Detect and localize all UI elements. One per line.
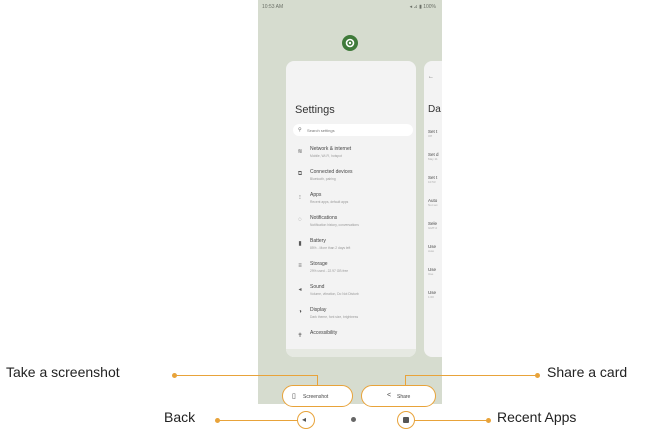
share-icon: < <box>387 392 392 399</box>
peek-list-item: Set t 10:53 <box>428 175 442 184</box>
settings-item-subtitle: 29% used - 22.97 GB free <box>310 269 349 273</box>
settings-item-label: Battery <box>310 238 326 244</box>
settings-list-item[interactable]: ≡ Storage 29% used - 22.97 GB free <box>286 259 416 281</box>
screenshot-button[interactable]: ▯ Screenshot <box>282 385 353 407</box>
settings-list-item[interactable]: ≋ Network & internet Mobile, Wi-Fi, hotspo… <box>286 144 416 166</box>
search-placeholder: Search settings <box>307 128 335 133</box>
settings-list-item[interactable]: ▮ Battery 85% - More than 2 days left <box>286 236 416 258</box>
storage-icon: ≡ <box>298 263 302 269</box>
settings-item-subtitle: Notification history, conversations <box>310 223 359 227</box>
phone-screen: 10:53 AM ◂ ⊿ ▮ 100% Settings ⚲ Search se… <box>258 0 442 404</box>
peek-title: Da <box>428 104 441 115</box>
nav-recent-apps-button[interactable] <box>397 411 415 429</box>
square-icon <box>403 417 409 423</box>
peek-list-item: Use 1:00 <box>428 290 442 299</box>
share-button[interactable]: < Share <box>361 385 436 407</box>
peek-list-item: Set t Off <box>428 129 442 138</box>
status-bar: 10:53 AM ◂ ⊿ ▮ 100% <box>258 0 442 14</box>
callout-leader <box>405 375 536 376</box>
settings-list-item[interactable]: ◂ Sound Volume, vibration, Do Not Disturb <box>286 282 416 304</box>
date-time-recent-card[interactable]: ← Da Set t Off Set d May 11 Set t 10:53 Auto No… <box>424 61 442 357</box>
settings-list-item[interactable]: ◌ Notifications Notification history, conv… <box>286 213 416 235</box>
nav-back-button[interactable]: ◂ <box>297 411 315 429</box>
gear-icon <box>345 38 355 48</box>
peek-list-item: Auto Not set <box>428 198 442 207</box>
search-icon: ⚲ <box>298 127 302 133</box>
peek-item-sub: 1:00 <box>428 295 434 299</box>
callout-leader <box>317 375 318 386</box>
settings-item-subtitle: Dark theme, font size, brightness <box>310 315 359 319</box>
battery-icon: ▮ <box>298 241 302 247</box>
settings-recent-card[interactable]: Settings ⚲ Search settings ≋ Network & in… <box>286 61 416 357</box>
settings-list-item[interactable]: ⁝ Apps Recent apps, default apps <box>286 190 416 212</box>
peek-item-sub: 10:53 <box>428 180 436 184</box>
settings-list-item[interactable]: ◑ Display Dark theme, font size, brightnes… <box>286 305 416 327</box>
devices-icon: ⧉ <box>297 171 303 177</box>
settings-item-label: Accessibility <box>310 330 338 336</box>
settings-item-label: Sound <box>310 284 325 290</box>
sound-icon: ◂ <box>298 287 302 293</box>
callout-leader <box>405 375 406 386</box>
peek-item-sub: GMT-0 <box>428 226 438 230</box>
screenshot-label: Screenshot <box>303 394 329 400</box>
settings-item-label: Storage <box>310 261 328 267</box>
settings-item-label: Connected devices <box>310 169 353 175</box>
back-triangle-icon: ◂ <box>302 415 307 424</box>
settings-item-subtitle: 85% - More than 2 days left <box>310 246 351 250</box>
settings-item-label: Notifications <box>310 215 338 221</box>
share-label: Share <box>397 394 411 400</box>
peek-item-sub: May 11 <box>428 157 438 161</box>
peek-item-sub: Auto <box>428 249 435 253</box>
settings-app-icon[interactable] <box>342 35 358 51</box>
callout-take-screenshot: Take a screenshot <box>6 364 120 380</box>
callout-share-card: Share a card <box>547 364 628 380</box>
peek-item-sub: Off <box>428 134 432 138</box>
settings-list-item[interactable]: ✝ Accessibility <box>286 328 416 350</box>
peek-item-sub: Not set <box>428 203 438 207</box>
wifi-icon: ≋ <box>297 149 303 155</box>
callout-recent-apps: Recent Apps <box>497 409 577 425</box>
settings-item-label: Apps <box>310 192 322 198</box>
settings-item-subtitle: Mobile, Wi-Fi, hotspot <box>310 154 342 158</box>
screenshot-icon: ▯ <box>292 393 296 400</box>
settings-item-label: Network & internet <box>310 146 352 152</box>
callout-back: Back <box>164 409 196 425</box>
accessibility-icon: ✝ <box>297 333 303 339</box>
card-bottom <box>286 349 416 357</box>
settings-item-label: Display <box>310 307 327 313</box>
settings-title: Settings <box>295 104 335 116</box>
callout-leader <box>219 420 298 421</box>
peek-item-sub: Use <box>428 272 434 276</box>
settings-item-subtitle: Volume, vibration, Do Not Disturb <box>310 292 359 296</box>
status-time: 10:53 AM <box>262 4 284 10</box>
peek-list-item: Set d May 11 <box>428 152 442 161</box>
status-icons: ◂ ⊿ ▮ 100% <box>409 4 436 10</box>
peek-list-item: Use Auto <box>428 244 442 253</box>
settings-item-subtitle: Recent apps, default apps <box>310 200 349 204</box>
back-arrow-icon: ← <box>428 74 434 80</box>
nav-home-button[interactable] <box>351 417 356 422</box>
settings-item-subtitle: Bluetooth, pairing <box>310 177 336 181</box>
search-settings-field[interactable]: ⚲ Search settings <box>293 124 413 136</box>
callout-leader <box>176 375 318 376</box>
bell-icon: ◌ <box>298 217 302 223</box>
peek-list-item: Sele GMT-0 <box>428 221 442 230</box>
settings-list-item[interactable]: ⧉ Connected devices Bluetooth, pairing <box>286 167 416 189</box>
display-icon: ◑ <box>298 309 302 315</box>
apps-icon: ⁝ <box>299 195 301 201</box>
callout-leader <box>414 420 487 421</box>
peek-list-item: Use Use <box>428 267 442 276</box>
